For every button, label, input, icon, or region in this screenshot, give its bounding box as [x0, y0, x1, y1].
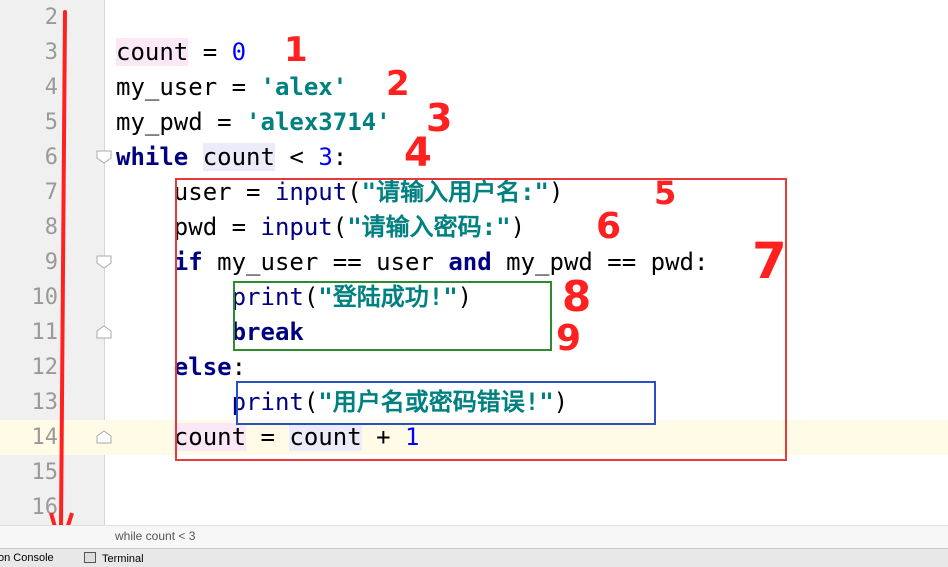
code-line[interactable]: 8 pwd = input("请输入密码:")	[0, 210, 948, 245]
code-token: break	[231, 318, 304, 346]
code-token: (	[347, 178, 362, 206]
code-token: count	[289, 423, 362, 451]
tool-window-terminal-label: Terminal	[102, 553, 144, 565]
annotation-4: 4	[404, 130, 432, 176]
code-token: while	[116, 143, 189, 171]
code-line[interactable]: 15	[0, 455, 948, 490]
code-token: my_user == user	[202, 248, 449, 276]
code-token: 'alex'	[260, 73, 348, 101]
tool-window-bar: on Console Terminal	[0, 548, 948, 567]
code-token: "请输入用户名:"	[361, 178, 550, 206]
code-text: while count < 3:	[116, 140, 347, 175]
code-token: :	[332, 143, 348, 171]
code-token: +	[361, 423, 406, 451]
code-token: :	[231, 353, 247, 381]
code-token: my_user =	[116, 73, 261, 101]
code-token: )	[549, 178, 564, 206]
code-text: count = 0	[116, 35, 246, 70]
code-line[interactable]: 4 my_user = 'alex'	[0, 70, 948, 105]
code-token: else	[173, 353, 232, 381]
code-token: <	[274, 143, 319, 171]
code-line[interactable]: 12 else:	[0, 350, 948, 385]
code-text: break	[116, 315, 304, 350]
code-token: count	[202, 143, 275, 171]
code-token: "用户名或密码错误!"	[318, 388, 554, 416]
code-token: "登陆成功!"	[318, 283, 458, 311]
code-token: input	[274, 178, 348, 206]
code-text: user = input("请输入用户名:")	[116, 175, 564, 210]
fold-close-icon[interactable]	[96, 430, 112, 444]
code-token: and	[448, 248, 492, 276]
code-token: print	[231, 388, 304, 416]
code-token: )	[553, 388, 569, 416]
code-line[interactable]: 14 count = count + 1	[0, 420, 948, 455]
code-text: print("登陆成功!")	[116, 280, 473, 315]
annotation-1: 1	[284, 30, 308, 70]
code-token: 1	[405, 423, 420, 451]
code-text: print("用户名或密码错误!")	[116, 385, 569, 420]
code-token: "请输入密码:"	[347, 213, 511, 241]
code-line[interactable]: 16	[0, 490, 948, 525]
code-line[interactable]: 2	[0, 0, 948, 35]
code-token: count	[116, 38, 189, 66]
code-token: my_pwd == pwd:	[491, 248, 709, 276]
code-token: pwd =	[116, 213, 261, 241]
annotation-9: 9	[556, 318, 582, 359]
annotation-2: 2	[386, 64, 410, 104]
fold-open-icon[interactable]	[96, 255, 112, 269]
code-line[interactable]: 10 print("登陆成功!")	[0, 280, 948, 315]
code-line[interactable]: 6 while count < 3:	[0, 140, 948, 175]
code-line[interactable]: 11 break	[0, 315, 948, 350]
code-line[interactable]: 3 count = 0	[0, 35, 948, 70]
code-line[interactable]: 5 my_pwd = 'alex3714'	[0, 105, 948, 140]
annotation-5: 5	[654, 174, 677, 212]
code-token: 3	[318, 143, 333, 171]
fold-close-icon[interactable]	[96, 325, 112, 339]
code-token: (	[303, 388, 319, 416]
code-text: pwd = input("请输入密码:")	[116, 210, 525, 245]
tool-window-console[interactable]: on Console	[0, 552, 54, 564]
breadcrumb-label[interactable]: while count < 3	[115, 529, 195, 543]
code-text: my_user = 'alex'	[116, 70, 347, 105]
code-line[interactable]: 7 user = input("请输入用户名:")	[0, 175, 948, 210]
tool-window-terminal[interactable]: Terminal	[84, 552, 144, 565]
red-arrow-icon	[49, 10, 74, 550]
code-token: =	[246, 423, 290, 451]
code-editor[interactable]: 2 3 count = 0 4 my_user = 'alex' 5 my_pwd = 'a…	[0, 0, 948, 550]
code-token: count	[173, 423, 247, 451]
annotation-8: 8	[562, 272, 592, 321]
annotation-7: 7	[752, 232, 787, 290]
code-token: if	[173, 248, 203, 276]
code-text: if my_user == user and my_pwd == pwd:	[116, 245, 709, 280]
code-token: user =	[116, 178, 275, 206]
code-text: else:	[116, 350, 246, 385]
terminal-icon	[84, 552, 96, 563]
code-line[interactable]: 13 print("用户名或密码错误!")	[0, 385, 948, 420]
code-token: )	[457, 283, 473, 311]
annotation-6: 6	[596, 206, 622, 247]
breadcrumb[interactable]: while count < 3	[0, 525, 948, 549]
code-token: input	[260, 213, 333, 241]
fold-open-icon[interactable]	[96, 150, 112, 164]
code-token: (	[303, 283, 319, 311]
code-token: 'alex3714'	[246, 108, 391, 136]
code-token: 0	[231, 38, 247, 66]
code-token: print	[231, 283, 304, 311]
code-token: (	[332, 213, 348, 241]
code-text: my_pwd = 'alex3714'	[116, 105, 391, 140]
code-text: count = count + 1	[116, 420, 419, 455]
code-token: =	[188, 38, 232, 66]
code-token: my_pwd =	[116, 108, 247, 136]
code-line[interactable]: 9 if my_user == user and my_pwd == pwd:	[0, 245, 948, 280]
code-token: )	[510, 213, 526, 241]
